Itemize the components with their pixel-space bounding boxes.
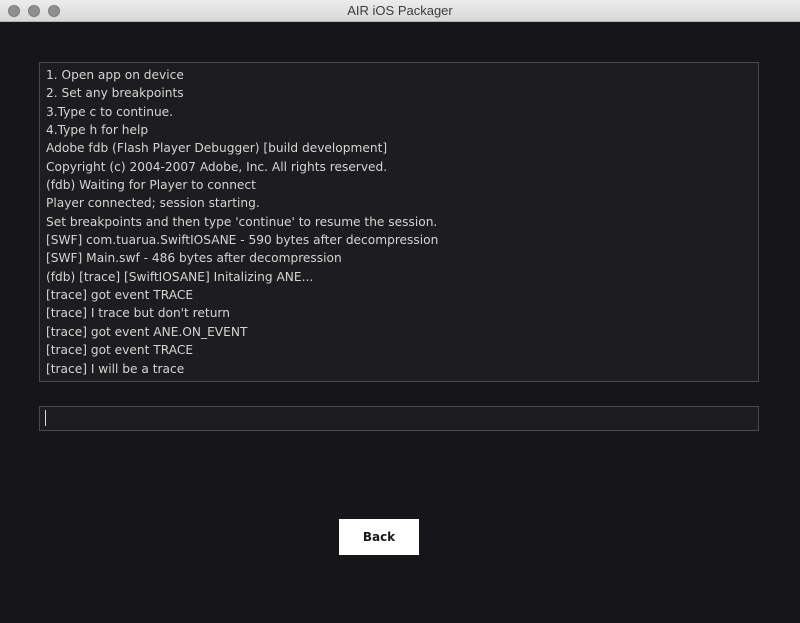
console-line: Adobe fdb (Flash Player Debugger) [build… bbox=[46, 141, 388, 156]
app-window: AIR iOS Packager 1. Open app on device 2… bbox=[0, 0, 800, 623]
console-line: Set breakpoints and then type 'continue'… bbox=[46, 214, 438, 229]
window-title: AIR iOS Packager bbox=[347, 3, 453, 18]
console-line: Copyright (c) 2004-2007 Adobe, Inc. All … bbox=[46, 159, 388, 174]
console-line: 3.Type c to continue. bbox=[46, 104, 174, 119]
console-line: [trace] got event TRACE bbox=[46, 343, 194, 358]
console-line: 4.Type h for help bbox=[46, 123, 149, 138]
back-button[interactable]: Back bbox=[339, 519, 419, 555]
console-line: [trace] I will be a trace bbox=[46, 361, 185, 376]
command-input[interactable] bbox=[39, 406, 759, 431]
console-line: (fdb) Waiting for Player to connect bbox=[46, 178, 256, 193]
console-line: [trace] I trace but don't return bbox=[46, 306, 230, 321]
title-bar: AIR iOS Packager bbox=[0, 0, 800, 22]
console-line: 2. Set any breakpoints bbox=[46, 86, 184, 101]
debug-console-output[interactable]: 1. Open app on device 2. Set any breakpo… bbox=[39, 62, 759, 382]
console-line: [trace] got event TRACE bbox=[46, 288, 194, 303]
console-line: [SWF] Main.swf - 486 bytes after decompr… bbox=[46, 251, 342, 266]
console-line: [SWF] com.tuarua.SwiftIOSANE - 590 bytes… bbox=[46, 233, 439, 248]
console-line: 1. Open app on device bbox=[46, 68, 184, 82]
console-line: Player connected; session starting. bbox=[46, 196, 260, 211]
console-line: [trace] got event ANE.ON_EVENT bbox=[46, 324, 248, 339]
console-line: (fdb) [trace] [SwiftIOSANE] Initalizing … bbox=[46, 269, 314, 284]
text-caret bbox=[45, 410, 46, 426]
